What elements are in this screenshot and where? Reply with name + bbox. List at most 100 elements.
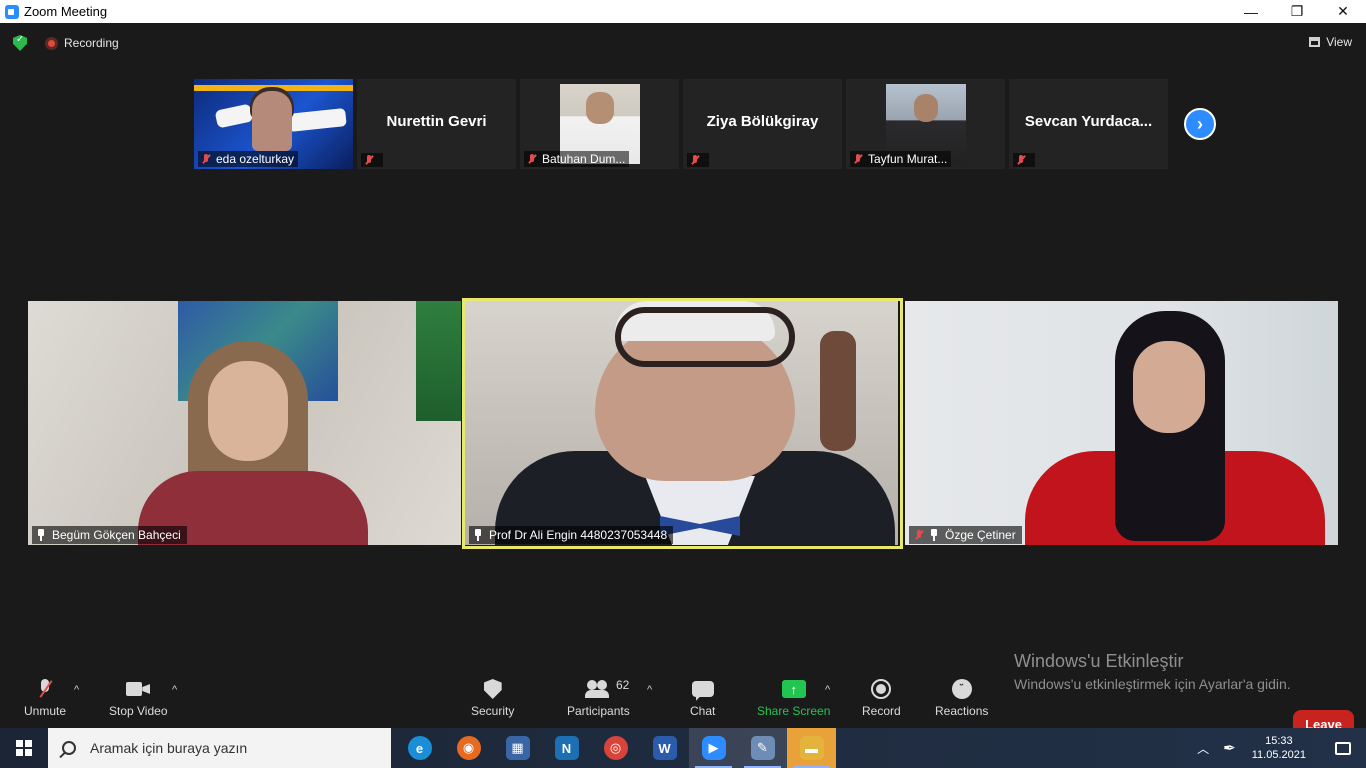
start-button[interactable] xyxy=(0,728,48,768)
gallery-tile[interactable]: Özge Çetiner xyxy=(905,301,1338,545)
meeting-toolbar: Unmute ^ Stop Video ^ Security Participa… xyxy=(0,668,1366,738)
firefox-icon: ◉ xyxy=(456,736,481,760)
strip-tile[interactable]: Nurettin Gevri xyxy=(357,79,516,169)
security-shield-icon[interactable] xyxy=(13,35,27,51)
unmute-button[interactable]: Unmute xyxy=(24,676,66,718)
taskbar-search-box[interactable]: Aramak için buraya yazın xyxy=(48,728,391,768)
nx-icon: N xyxy=(554,736,579,760)
reactions-label: Reactions xyxy=(935,704,989,718)
stop-video-label: Stop Video xyxy=(109,704,168,718)
word-icon: W xyxy=(652,736,677,760)
meeting-area: Recording View eda ozelturkay Nurettin G… xyxy=(0,23,1366,738)
strip-tile-label xyxy=(361,153,383,167)
search-icon xyxy=(62,741,76,755)
gallery-tile-label: Özge Çetiner xyxy=(909,526,1022,544)
participants-icon xyxy=(585,680,611,698)
action-center-button[interactable] xyxy=(1320,728,1366,768)
record-label: Record xyxy=(862,704,901,718)
muted-mic-icon xyxy=(852,153,864,165)
paint-icon: ✎ xyxy=(750,736,775,760)
share-screen-label: Share Screen xyxy=(757,704,831,718)
participant-strip: eda ozelturkay Nurettin Gevri Batuhan Du… xyxy=(194,79,1168,169)
share-screen-arrow-icon: ↑ xyxy=(781,680,806,698)
recording-label: Recording xyxy=(64,36,119,50)
video-options-caret-icon[interactable]: ^ xyxy=(172,684,177,696)
chrome-icon: ◎ xyxy=(603,736,628,760)
maximize-button[interactable]: ❐ xyxy=(1274,0,1320,23)
windows-taskbar: Aramak için buraya yazın e ◉ ▦ N ◎ W ▶ ✎… xyxy=(0,728,1366,768)
taskbar-app-nx[interactable]: N xyxy=(542,728,591,768)
view-button[interactable]: View xyxy=(1309,35,1352,49)
unmute-label: Unmute xyxy=(24,704,67,718)
security-shield-icon xyxy=(483,679,502,699)
zoom-icon: ▶ xyxy=(701,736,726,760)
participant-name: Begüm Gökçen Bahçeci xyxy=(52,528,181,542)
audio-options-caret-icon[interactable]: ^ xyxy=(74,684,79,696)
taskbar-app-edge[interactable]: e xyxy=(395,728,444,768)
minimize-button[interactable]: — xyxy=(1228,0,1274,23)
taskbar-app-file-explorer[interactable]: ▬ xyxy=(787,728,836,768)
chat-button[interactable]: Chat xyxy=(690,676,715,718)
strip-tile[interactable]: eda ozelturkay xyxy=(194,79,353,169)
recording-dot-icon xyxy=(45,36,58,50)
pin-icon xyxy=(36,529,46,541)
reactions-button[interactable]: ˘ Reactions xyxy=(935,676,988,718)
window-title: Zoom Meeting xyxy=(24,4,108,19)
title-bar: Zoom Meeting — ❐ ✕ xyxy=(0,0,1366,23)
security-button[interactable]: Security xyxy=(471,676,514,718)
chat-label: Chat xyxy=(690,704,716,718)
share-options-caret-icon[interactable]: ^ xyxy=(825,684,830,696)
pin-icon xyxy=(473,529,483,541)
strip-tile[interactable]: Tayfun Murat... xyxy=(846,79,1005,169)
gallery-tile[interactable]: Begüm Gökçen Bahçeci xyxy=(28,301,461,545)
muted-mic-icon xyxy=(526,153,538,165)
clock-time: 15:33 xyxy=(1265,735,1293,747)
taskbar-app-paint[interactable]: ✎ xyxy=(738,728,787,768)
stop-video-button[interactable]: Stop Video xyxy=(109,676,168,718)
strip-tile-label xyxy=(1013,153,1035,167)
strip-tile-label: Batuhan Dum... xyxy=(524,151,630,167)
participants-options-caret-icon[interactable]: ^ xyxy=(647,684,652,696)
show-hidden-icons-chevron-icon[interactable]: ︿ xyxy=(1197,740,1209,757)
windows-logo-icon xyxy=(16,740,32,756)
taskbar-app-chrome[interactable]: ◎ xyxy=(591,728,640,768)
muted-mic-icon xyxy=(689,154,701,166)
meeting-top-bar: Recording View xyxy=(0,23,1366,63)
strip-tile[interactable]: Ziya Bölükgiray xyxy=(683,79,842,169)
strip-tile[interactable]: Batuhan Dum... xyxy=(520,79,679,169)
security-label: Security xyxy=(471,704,515,718)
taskbar-app-word[interactable]: W xyxy=(640,728,689,768)
record-button[interactable]: Record xyxy=(862,676,901,718)
muted-mic-icon xyxy=(1015,154,1027,166)
participant-name: Özge Çetiner xyxy=(945,528,1016,542)
recording-indicator[interactable]: Recording xyxy=(45,36,119,50)
pinned-apps: e ◉ ▦ N ◎ W ▶ ✎ ▬ xyxy=(395,728,836,768)
view-grid-icon xyxy=(1309,37,1321,47)
taskbar-app-firefox[interactable]: ◉ xyxy=(444,728,493,768)
taskbar-clock[interactable]: 15:33 11.05.2021 xyxy=(1252,734,1306,762)
pen-workspace-icon[interactable]: ✒ xyxy=(1223,739,1236,757)
taskbar-app-calculator[interactable]: ▦ xyxy=(493,728,542,768)
strip-tile[interactable]: Sevcan Yurdaca... xyxy=(1009,79,1168,169)
video-camera-icon xyxy=(126,682,150,696)
close-button[interactable]: ✕ xyxy=(1320,0,1366,23)
system-tray: ︿ ✒ 15:33 11.05.2021 xyxy=(1197,728,1366,768)
search-placeholder: Aramak için buraya yazın xyxy=(90,740,248,756)
share-screen-button[interactable]: ↑ Share Screen xyxy=(757,676,830,718)
chat-bubble-icon xyxy=(691,681,714,697)
muted-mic-icon xyxy=(200,153,212,165)
muted-mic-icon xyxy=(913,529,925,541)
gallery-tile-label: Begüm Gökçen Bahçeci xyxy=(32,526,187,544)
reactions-smiley-icon: ˘ xyxy=(951,679,972,699)
participant-name: Batuhan Dum... xyxy=(542,152,626,166)
taskbar-app-zoom[interactable]: ▶ xyxy=(689,728,738,768)
gallery-tile-label: Prof Dr Ali Engin 4480237053448 xyxy=(469,526,674,544)
participants-label: Participants xyxy=(567,704,630,718)
gallery-tile-active-speaker[interactable]: Prof Dr Ali Engin 4480237053448 xyxy=(465,301,898,545)
video-gallery: Begüm Gökçen Bahçeci Prof Dr Ali Engin 4… xyxy=(0,298,1366,549)
strip-tile-label: eda ozelturkay xyxy=(198,151,299,167)
muted-mic-icon xyxy=(363,154,375,166)
next-page-arrow-icon[interactable]: › xyxy=(1184,108,1216,140)
zoom-app-icon xyxy=(5,4,19,19)
participant-name: Prof Dr Ali Engin 4480237053448 xyxy=(489,528,668,542)
